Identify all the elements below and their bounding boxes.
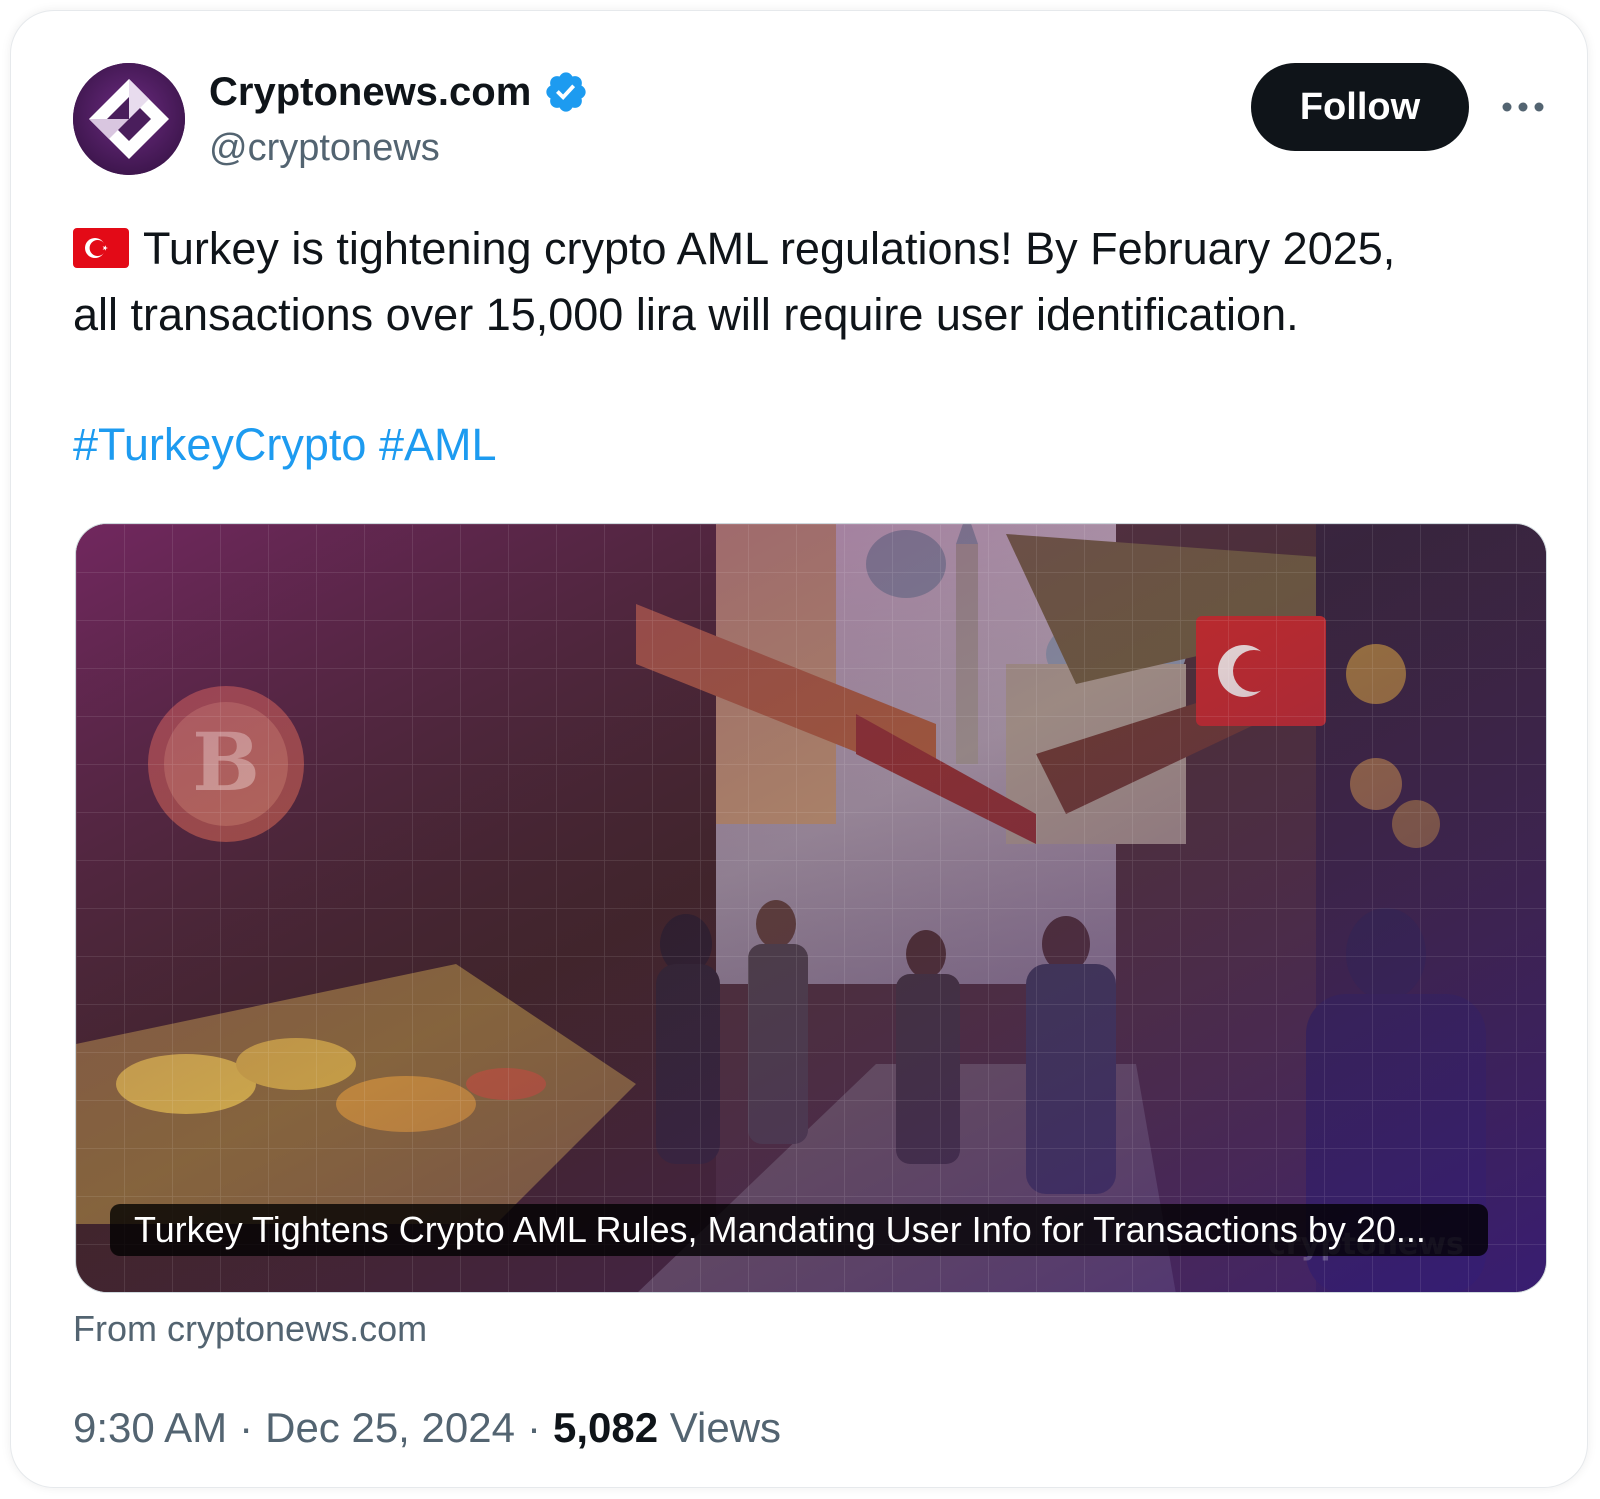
tweet-meta: 9:30 AM · Dec 25, 2024 · 5,082 Views (73, 1401, 781, 1455)
ellipsis-icon (1502, 102, 1544, 112)
views-label: Views (669, 1404, 782, 1451)
display-name-text: Cryptonews.com (209, 70, 532, 114)
tweet-date[interactable]: Dec 25, 2024 (265, 1404, 515, 1451)
display-name[interactable]: Cryptonews.com (209, 67, 589, 117)
views-count: 5,082 (552, 1404, 659, 1451)
tweet-text-line-2: all transactions over 15,000 lira will r… (73, 289, 1299, 340)
link-source[interactable]: From cryptonews.com (73, 1306, 427, 1352)
link-preview-card[interactable]: B cry (75, 523, 1547, 1293)
more-options-button[interactable] (1499, 89, 1547, 125)
avatar[interactable] (73, 63, 185, 175)
link-preview-title: Turkey Tightens Crypto AML Rules, Mandat… (110, 1204, 1488, 1256)
bazaar-illustration: B cry (76, 524, 1546, 1292)
tweet-text-line-1: Turkey is tightening crypto AML regulati… (143, 223, 1396, 274)
account-handle[interactable]: @cryptonews (209, 125, 440, 171)
hashtag-aml[interactable]: #AML (379, 419, 497, 470)
tweet-text: Turkey is tightening crypto AML regulati… (73, 216, 1553, 348)
separator: · (526, 1404, 541, 1451)
separator: · (239, 1404, 254, 1451)
tweet-card: Cryptonews.com @cryptonews Follow Turkey… (10, 10, 1588, 1488)
hashtags: #TurkeyCrypto #AML (73, 415, 497, 475)
turkey-flag-icon (73, 228, 129, 268)
hashtag-turkeycrypto[interactable]: #TurkeyCrypto (73, 419, 366, 470)
verified-badge-icon (543, 69, 589, 115)
follow-button[interactable]: Follow (1251, 63, 1469, 151)
tweet-time[interactable]: 9:30 AM (73, 1404, 227, 1451)
cryptonews-logo-icon (73, 63, 185, 175)
